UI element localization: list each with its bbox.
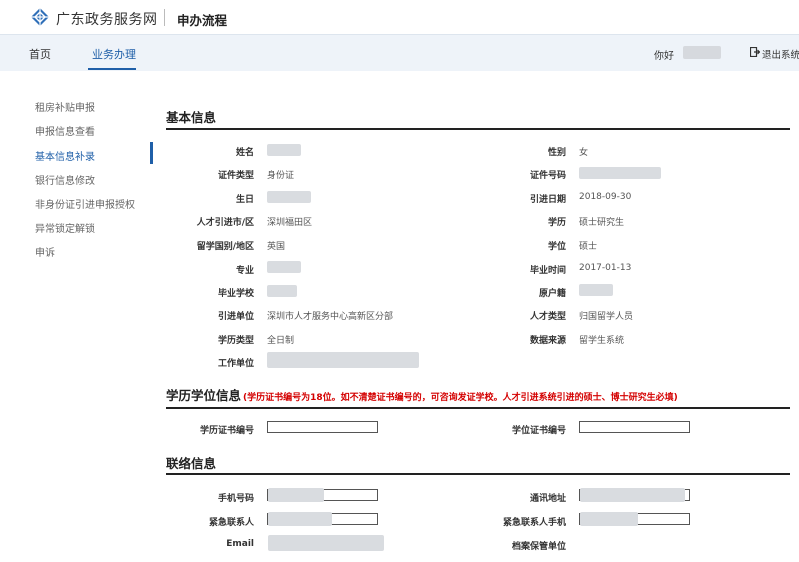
label-diploma-number: 学历证书编号	[199, 426, 254, 436]
education-note: (学历证书编号为18位。如不清楚证书编号的，可咨询发证学校。人才引进系统引进的硕…	[243, 393, 678, 403]
label-work-unit: 工作单位	[217, 359, 254, 369]
value-education: 硕士研究生	[579, 218, 625, 228]
label-talent-type: 人才类型	[529, 312, 566, 322]
nav-business[interactable]: 业务办理	[92, 46, 136, 62]
label-graduation-date: 毕业时间	[529, 266, 566, 276]
value-employer-unit: 深圳市人才服务中心高新区分部	[267, 312, 394, 322]
label-degree-number: 学位证书编号	[511, 426, 566, 436]
label-gender: 性别	[547, 148, 566, 158]
sidebar-item-bank-info[interactable]: 银行信息修改	[35, 172, 95, 187]
label-intro-date: 引进日期	[529, 195, 566, 205]
label-degree: 学位	[547, 242, 566, 252]
label-original-hukou: 原户籍	[538, 289, 566, 299]
sidebar-item-rent-subsidy[interactable]: 租房补贴申报	[35, 99, 95, 114]
label-education: 学历	[547, 218, 566, 228]
label-major: 专业	[235, 266, 254, 276]
sidebar-item-view-application[interactable]: 申报信息查看	[35, 123, 95, 138]
gov-logo-icon	[31, 8, 49, 26]
nav-home[interactable]: 首页	[29, 46, 51, 62]
value-graduation-date: 2017-01-13	[579, 263, 632, 273]
label-education-type: 学历类型	[217, 336, 254, 346]
label-address: 通讯地址	[529, 494, 566, 504]
label-school: 毕业学校	[217, 289, 254, 299]
value-id-type: 身份证	[267, 171, 295, 181]
main-nav: 首页 业务办理 你好 退出系统	[0, 34, 799, 71]
sidebar-active-indicator	[150, 142, 153, 164]
value-talent-city: 深圳福田区	[267, 218, 313, 228]
value-intro-date: 2018-09-30	[579, 192, 632, 202]
logout-link[interactable]: 退出系统	[762, 47, 799, 61]
value-birthday-redacted	[267, 191, 311, 203]
brand-name[interactable]: 广东政务服务网	[56, 9, 158, 29]
contact-divider	[166, 473, 790, 475]
value-gender: 女	[579, 148, 589, 158]
sidebar-item-unlock[interactable]: 异常锁定解锁	[35, 220, 95, 235]
label-birthday: 生日	[235, 195, 254, 205]
label-id-type: 证件类型	[217, 171, 254, 181]
value-talent-type: 归国留学人员	[579, 312, 634, 322]
label-emergency-mobile: 紧急联系人手机	[502, 518, 566, 528]
education-title-text: 学历学位信息	[166, 388, 242, 403]
basic-info-divider	[166, 128, 790, 130]
header-divider	[164, 9, 165, 26]
label-study-country: 留学国别/地区	[196, 242, 254, 252]
value-degree: 硕士	[579, 242, 598, 252]
label-data-source: 数据来源	[529, 336, 566, 346]
value-education-type: 全日制	[267, 336, 295, 346]
value-hukou-redacted	[579, 284, 613, 296]
value-school-redacted	[267, 285, 297, 297]
education-title: 学历学位信息 (学历证书编号为18位。如不清楚证书编号的，可咨询发证学校。人才引进…	[166, 385, 678, 404]
greeting: 你好	[654, 51, 674, 62]
label-email: Email	[226, 539, 254, 549]
value-major-redacted	[267, 261, 301, 273]
label-mobile: 手机号码	[217, 494, 254, 504]
degree-number-input[interactable]	[579, 421, 690, 433]
value-work-unit-redacted	[267, 352, 419, 368]
sidebar-item-basic-info[interactable]: 基本信息补录	[35, 148, 95, 163]
sidebar-item-appeal[interactable]: 申诉	[35, 244, 55, 259]
label-name: 姓名	[235, 148, 254, 158]
label-archive-unit: 档案保管单位	[511, 542, 566, 552]
nav-active-underline	[88, 68, 136, 70]
emergency-contact-redacted	[268, 512, 332, 526]
email-redacted	[268, 535, 384, 551]
mobile-redacted	[268, 488, 324, 502]
top-header: 广东政务服务网 申办流程	[0, 0, 799, 34]
page-title: 申办流程	[177, 13, 228, 28]
logout-icon[interactable]	[750, 47, 760, 57]
label-talent-city: 人才引进市/区	[196, 218, 254, 228]
address-redacted	[580, 488, 685, 502]
value-id-number-redacted	[579, 167, 661, 179]
label-emergency-contact: 紧急联系人	[208, 518, 254, 528]
value-data-source: 留学生系统	[579, 336, 625, 346]
label-id-number: 证件号码	[529, 171, 566, 181]
diploma-number-input[interactable]	[267, 421, 378, 433]
label-employer-unit: 引进单位	[217, 312, 254, 322]
contact-title: 联络信息	[166, 456, 217, 471]
sidebar-item-non-id-auth[interactable]: 非身份证引进申报授权	[35, 196, 135, 211]
emergency-mobile-redacted	[580, 512, 638, 526]
value-name-redacted	[267, 144, 301, 156]
education-divider	[166, 407, 790, 409]
basic-info-title: 基本信息	[166, 110, 217, 125]
value-study-country: 英国	[267, 242, 286, 252]
username-redacted	[683, 46, 721, 59]
